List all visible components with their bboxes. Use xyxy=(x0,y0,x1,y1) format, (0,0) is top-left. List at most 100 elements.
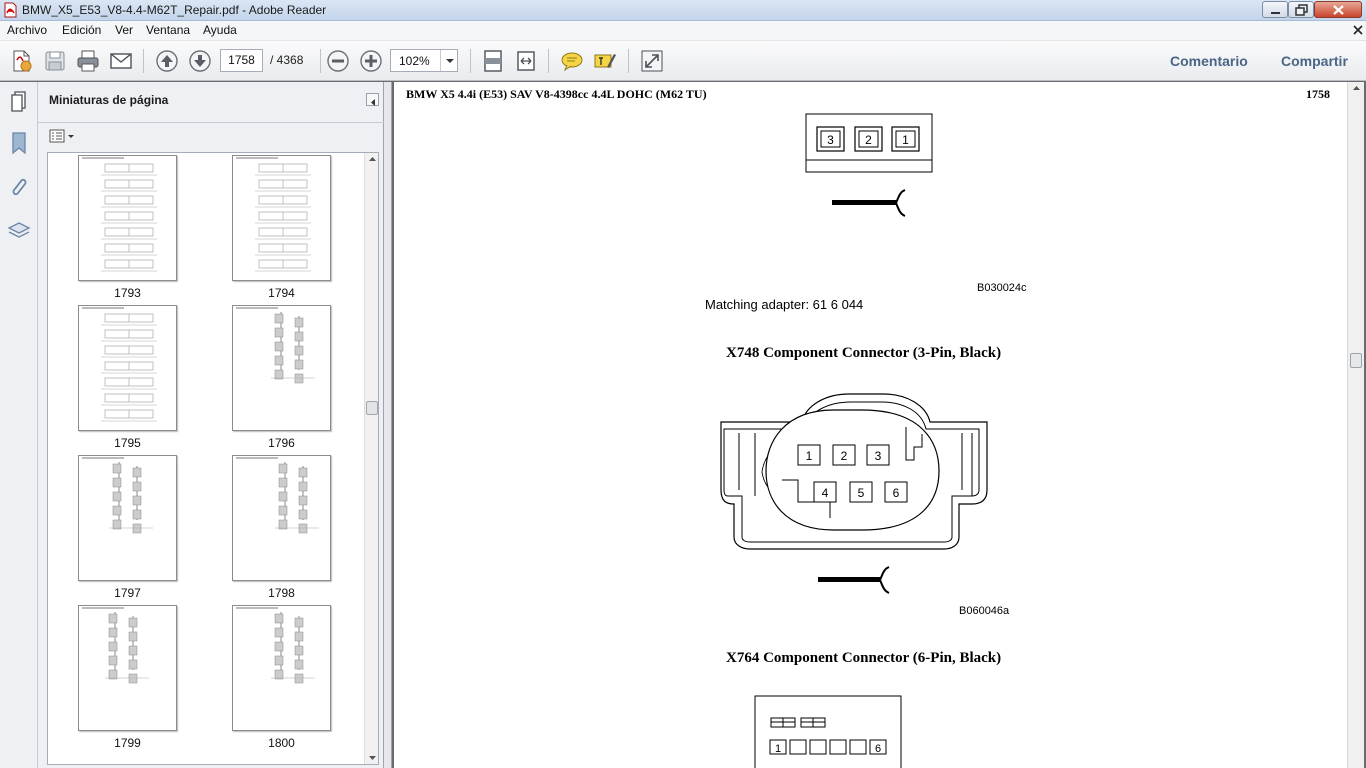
connector-pin xyxy=(789,739,807,755)
thumbnail-preview xyxy=(236,307,315,384)
comment-pane-button[interactable]: Comentario xyxy=(1170,53,1248,69)
print-button[interactable] xyxy=(74,48,102,74)
previous-page-icon xyxy=(156,50,178,72)
figure-code-1: B030024c xyxy=(977,282,1027,294)
highlight-button[interactable] xyxy=(591,48,619,74)
connector-6pin-x764: 16 xyxy=(754,695,902,768)
zoom-in-button[interactable] xyxy=(357,48,385,74)
thumbnail-scrollbar[interactable] xyxy=(364,153,379,764)
thumbnail-preview xyxy=(82,307,157,422)
thumbnail-preview xyxy=(82,457,153,534)
menu-edicion[interactable]: Edición xyxy=(62,23,101,37)
menu-ventana[interactable]: Ventana xyxy=(146,23,190,37)
zoom-out-button[interactable] xyxy=(324,48,352,74)
thumbnails-panel: Miniaturas de página 1793 1794 1795 1796 179… xyxy=(38,82,384,768)
next-page-button[interactable] xyxy=(186,48,214,74)
comment-button[interactable] xyxy=(558,48,586,74)
zoom-select[interactable]: 102% xyxy=(390,49,458,72)
bookmark-icon[interactable] xyxy=(6,130,32,156)
next-page-icon xyxy=(189,50,211,72)
maximize-button[interactable] xyxy=(1288,1,1314,18)
toolbar-separator xyxy=(628,49,629,73)
x764-heading: X764 Component Connector (6-Pin, Black) xyxy=(726,650,1002,666)
thumbnail-label: 1794 xyxy=(268,286,295,300)
connector-pin: 1 xyxy=(769,739,787,755)
scroll-up-icon[interactable] xyxy=(365,153,379,165)
thumbnail-list[interactable]: 1793 1794 1795 1796 1797 1798 1799 1800 xyxy=(47,152,379,765)
page-thumbnail[interactable] xyxy=(232,605,331,731)
page-thumbnails-icon[interactable] xyxy=(6,88,32,114)
zoom-dropdown-button[interactable] xyxy=(440,50,458,71)
svg-text:5: 5 xyxy=(858,486,865,500)
connector-6pin-x748: 1 2 3 4 5 6 xyxy=(720,393,988,594)
collapse-panel-button[interactable] xyxy=(366,93,379,106)
expand-icon xyxy=(641,50,663,72)
previous-page-button[interactable] xyxy=(153,48,181,74)
connector-pin: 4 xyxy=(813,481,837,503)
thumbnail-label: 1800 xyxy=(268,736,295,750)
svg-text:6: 6 xyxy=(875,743,881,755)
save-button[interactable] xyxy=(41,48,69,74)
pdf-page: BMW X5 4.4i (E53) SAV V8-4398cc 4.4L DOH… xyxy=(394,82,1347,768)
thumbnail-label: 1799 xyxy=(114,736,141,750)
save-icon xyxy=(45,51,65,71)
page-thumbnail[interactable] xyxy=(78,605,177,731)
share-pane-button[interactable]: Compartir xyxy=(1281,53,1348,69)
page-thumbnail[interactable] xyxy=(232,155,331,281)
x748-heading: X748 Component Connector (3-Pin, Black) xyxy=(726,345,1002,361)
connector-pin xyxy=(809,739,827,755)
svg-text:3: 3 xyxy=(827,133,834,147)
toolbar-separator xyxy=(548,49,549,73)
panel-title: Miniaturas de página xyxy=(49,93,169,107)
panel-splitter[interactable] xyxy=(384,82,392,768)
thumbnail-preview xyxy=(236,157,311,272)
menu-archivo[interactable]: Archivo xyxy=(7,23,47,37)
thumbnail-preview xyxy=(236,607,315,684)
restore-icon xyxy=(1295,4,1308,16)
fit-page-button[interactable] xyxy=(479,48,507,74)
svg-text:1: 1 xyxy=(902,133,909,147)
chevron-left-icon xyxy=(371,99,375,106)
page-thumbnail[interactable] xyxy=(232,455,331,581)
document-viewport[interactable]: BMW X5 4.4i (E53) SAV V8-4398cc 4.4L DOH… xyxy=(392,82,1366,768)
page-thumbnail[interactable] xyxy=(78,305,177,431)
attachment-icon[interactable] xyxy=(6,174,32,200)
chevron-down-icon xyxy=(446,59,454,63)
close-button[interactable] xyxy=(1314,1,1362,18)
panel-divider xyxy=(38,122,384,123)
page-thumbnail[interactable] xyxy=(78,455,177,581)
page-thumbnail[interactable] xyxy=(232,305,331,431)
email-button[interactable] xyxy=(107,48,135,74)
thumbnail-preview xyxy=(82,607,149,684)
create-button[interactable] xyxy=(8,48,36,74)
svg-text:6: 6 xyxy=(893,486,900,500)
fit-width-button[interactable] xyxy=(512,48,540,74)
matching-adapter-text: Matching adapter: 61 6 044 xyxy=(705,297,864,312)
connector-pin: 3 xyxy=(816,126,845,152)
page-thumbnail[interactable] xyxy=(78,155,177,281)
document-scroll-thumb[interactable] xyxy=(1350,353,1362,368)
menu-ver[interactable]: Ver xyxy=(115,23,133,37)
connector-pin: 6 xyxy=(869,739,887,755)
page-number-input[interactable]: 1758 xyxy=(220,49,263,72)
adobe-reader-window: BMW_X5_E53_V8-4.4-M62T_Repair.pdf - Adob… xyxy=(0,0,1366,768)
connector-pin xyxy=(849,739,867,755)
svg-text:3: 3 xyxy=(875,449,882,463)
layers-icon[interactable] xyxy=(6,218,32,244)
fullscreen-button[interactable] xyxy=(638,48,666,74)
sticky-note-icon xyxy=(561,52,583,72)
minimize-button[interactable] xyxy=(1262,1,1288,18)
scroll-thumb[interactable] xyxy=(366,401,378,415)
adobe-reader-icon xyxy=(4,2,17,18)
menu-ayuda[interactable]: Ayuda xyxy=(203,23,237,37)
print-icon xyxy=(77,50,99,72)
scroll-down-icon[interactable] xyxy=(365,752,379,764)
scroll-up-icon[interactable] xyxy=(1348,82,1365,94)
close-document-icon[interactable] xyxy=(1352,24,1364,36)
connector-pin: 3 xyxy=(866,444,890,466)
thumbnail-options-icon[interactable] xyxy=(48,128,76,144)
svg-text:2: 2 xyxy=(841,449,848,463)
document-scrollbar[interactable] xyxy=(1347,82,1364,768)
thumbnail-label: 1795 xyxy=(114,436,141,450)
thumbnail-label: 1793 xyxy=(114,286,141,300)
